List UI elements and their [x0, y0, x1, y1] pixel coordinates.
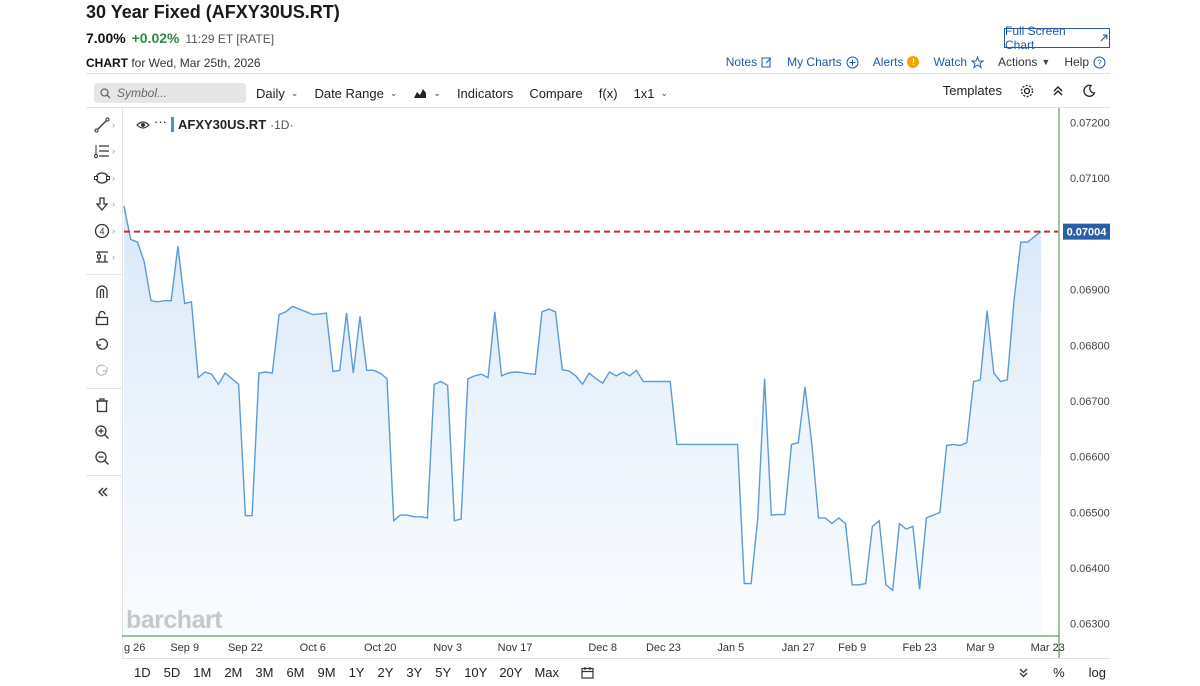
x-tick-label: g 26 [124, 642, 145, 654]
x-tick-label: Oct 6 [300, 642, 326, 654]
timeframe-5d[interactable]: 5D [164, 665, 181, 680]
current-price-label: 0.07004 [1067, 227, 1108, 239]
log-scale-toggle[interactable]: log [1089, 665, 1106, 680]
timeframe-2m[interactable]: 2M [224, 665, 242, 680]
y-tick-label: 0.07200 [1070, 118, 1110, 130]
timeframe-3m[interactable]: 3M [255, 665, 273, 680]
x-tick-label: Mar 23 [1031, 642, 1065, 654]
y-tick-label: 0.06500 [1070, 507, 1110, 519]
y-tick-label: 0.07100 [1070, 173, 1110, 185]
x-tick-label: Mar 9 [966, 642, 994, 654]
barchart-watermark: barchart [126, 606, 223, 634]
y-tick-label: 0.06400 [1070, 563, 1110, 575]
eye-icon[interactable] [136, 120, 150, 130]
y-tick-label: 0.06900 [1070, 285, 1110, 297]
timeframe-20y[interactable]: 20Y [499, 665, 522, 680]
x-tick-label: Dec 8 [588, 642, 617, 654]
bottom-divider [122, 658, 1110, 659]
y-tick-label: 0.06600 [1070, 452, 1110, 464]
timeframe-max[interactable]: Max [534, 665, 559, 680]
x-tick-label: Sep 9 [170, 642, 199, 654]
legend-period: ·1D· [270, 117, 294, 132]
x-tick-label: Nov 17 [498, 642, 533, 654]
x-tick-label: Sep 22 [228, 642, 263, 654]
calendar-icon[interactable] [581, 666, 594, 679]
x-tick-label: Nov 3 [433, 642, 462, 654]
timeframe-1y[interactable]: 1Y [349, 665, 365, 680]
x-tick-label: Jan 5 [717, 642, 744, 654]
timeframe-3y[interactable]: 3Y [406, 665, 422, 680]
y-tick-label: 0.06700 [1070, 396, 1110, 408]
price-area-fill [124, 206, 1041, 636]
x-tick-label: Feb 9 [838, 642, 866, 654]
timeframe-2y[interactable]: 2Y [377, 665, 393, 680]
x-tick-label: Dec 23 [646, 642, 681, 654]
chart-legend: ··· AFXY30US.RT ·1D· [136, 114, 294, 132]
x-tick-label: Oct 20 [364, 642, 396, 654]
timeframe-5y[interactable]: 5Y [435, 665, 451, 680]
timeframe-1m[interactable]: 1M [193, 665, 211, 680]
series-color-swatch [171, 117, 174, 132]
percent-scale-toggle[interactable]: % [1053, 665, 1065, 680]
timeframe-6m[interactable]: 6M [286, 665, 304, 680]
y-tick-label: 0.06800 [1070, 340, 1110, 352]
legend-menu[interactable]: ··· [154, 114, 167, 129]
y-tick-label: 0.06300 [1070, 619, 1110, 631]
legend-symbol: AFXY30US.RT [178, 117, 267, 132]
chevron-double-down-icon[interactable] [1018, 667, 1029, 678]
x-tick-label: Jan 27 [782, 642, 815, 654]
timeframe-9m[interactable]: 9M [318, 665, 336, 680]
price-chart[interactable]: 0.07200 0.07100 0.06900 0.06800 0.06700 0.066… [0, 0, 1200, 686]
timeframe-10y[interactable]: 10Y [464, 665, 487, 680]
timeframe-1d[interactable]: 1D [134, 665, 151, 680]
x-tick-label: Feb 23 [902, 642, 936, 654]
timeframe-bar: 1D 5D 1M 2M 3M 6M 9M 1Y 2Y 3Y 5Y 10Y 20Y Max % log [122, 660, 1110, 684]
scale-options: % log [1018, 660, 1110, 684]
